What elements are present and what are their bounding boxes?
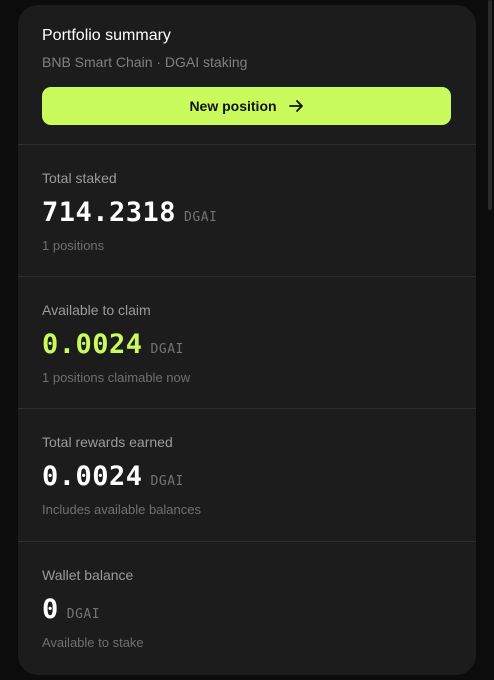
summary-subtitle: BNB Smart Chain · DGAI staking bbox=[42, 54, 248, 70]
stat-value-row: 0 DGAI bbox=[42, 594, 100, 626]
stat-note: 1 positions bbox=[42, 238, 105, 253]
stat-unit: DGAI bbox=[150, 342, 184, 357]
stat-total-rewards-earned: Total rewards earned 0.0024 DGAI Include… bbox=[18, 408, 476, 541]
stat-value: 0.0024 bbox=[42, 461, 143, 492]
stat-total-staked: Total staked 714.2318 DGAI 1 positions bbox=[18, 144, 476, 277]
stat-note: Includes available balances bbox=[42, 502, 201, 517]
stat-unit: DGAI bbox=[184, 210, 218, 225]
stat-value-row: 0.0024 DGAI bbox=[42, 461, 184, 493]
portfolio-summary-card: Portfolio summary BNB Smart Chain · DGAI… bbox=[18, 5, 476, 675]
stat-note: 1 positions claimable now bbox=[42, 370, 191, 385]
new-position-label: New position bbox=[189, 98, 277, 114]
stat-note: Available to stake bbox=[42, 635, 144, 650]
stat-value: 714.2318 bbox=[42, 197, 177, 228]
stat-value-row: 0.0024 DGAI bbox=[42, 329, 184, 361]
arrow-right-icon bbox=[288, 99, 304, 113]
stat-value: 0.0024 bbox=[42, 329, 143, 360]
stat-value: 0 bbox=[42, 594, 59, 625]
stat-unit: DGAI bbox=[150, 474, 184, 489]
stat-label: Available to claim bbox=[42, 302, 151, 318]
stat-label: Total staked bbox=[42, 170, 117, 186]
summary-title: Portfolio summary bbox=[42, 27, 171, 44]
stat-label: Total rewards earned bbox=[42, 434, 173, 450]
page-scrollbar[interactable] bbox=[488, 0, 492, 210]
stat-wallet-balance: Wallet balance 0 DGAI Available to stake bbox=[18, 541, 476, 675]
stat-unit: DGAI bbox=[66, 607, 101, 622]
new-position-button[interactable]: New position bbox=[42, 87, 451, 125]
stat-label: Wallet balance bbox=[42, 567, 134, 583]
stat-available-to-claim: Available to claim 0.0024 DGAI 1 positio… bbox=[18, 276, 476, 409]
stat-value-row: 714.2318 DGAI bbox=[42, 197, 217, 229]
